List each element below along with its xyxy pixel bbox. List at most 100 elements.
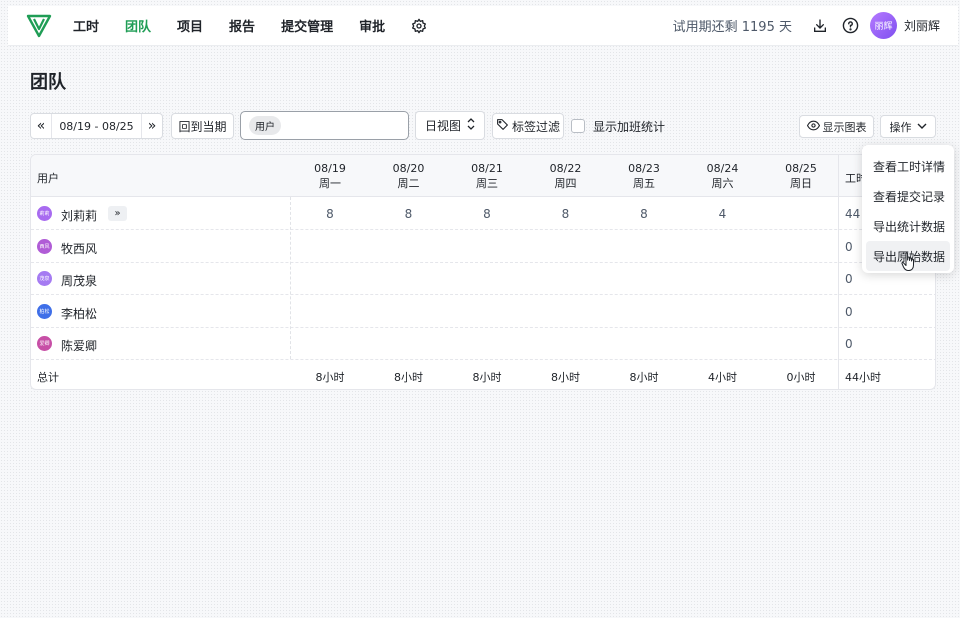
member-name[interactable]: 李柏松 bbox=[61, 305, 97, 322]
member-name[interactable]: 陈爱卿 bbox=[61, 337, 97, 354]
day-column-header: 08/20 周二 bbox=[370, 161, 448, 191]
day-date: 08/23 bbox=[628, 162, 660, 175]
member-total-hours: 0 bbox=[845, 272, 853, 286]
dropdown-item-2[interactable]: 导出统计数据 bbox=[866, 211, 950, 241]
day-date: 08/19 bbox=[314, 162, 346, 175]
date-range-text[interactable]: 08/19 - 08/25 bbox=[51, 114, 142, 138]
team-hours-table: 用户 工时 08/19 周一 08/20 周二 08/21 周三 08/22 周四 08/23 周… bbox=[30, 154, 936, 390]
operations-label: 操作 bbox=[889, 120, 912, 134]
overtime-checkbox[interactable] bbox=[571, 119, 585, 133]
member-total-hours: 0 bbox=[845, 337, 853, 351]
day-total-cell: 8小时 bbox=[551, 371, 580, 384]
tag-filter-label: 标签过滤 bbox=[511, 119, 560, 134]
dropdown-item-1[interactable]: 查看提交记录 bbox=[866, 181, 950, 211]
page-title: 团队 bbox=[30, 72, 66, 93]
day-date: 08/20 bbox=[392, 162, 425, 175]
dropdown-item-0[interactable]: 查看工时详情 bbox=[866, 151, 950, 181]
double-chevron-left-icon[interactable]: « bbox=[31, 114, 51, 138]
column-divider bbox=[290, 197, 291, 359]
show-chart-label: 显示图表 bbox=[822, 120, 867, 134]
table-footer: 总计 44小时 8小时 8小时 8小时 8小时 8小时 4小时 0小时 bbox=[31, 359, 935, 389]
day-weekday: 周五 bbox=[633, 177, 655, 190]
table-row[interactable]: 西风 牧西风 0 bbox=[31, 230, 935, 263]
member-name[interactable]: 牧西风 bbox=[61, 240, 97, 257]
view-mode-select[interactable]: 日视图 bbox=[415, 111, 485, 140]
table-row[interactable]: 茂泉 周茂泉 0 bbox=[31, 262, 935, 295]
top-navbar: 工时 团队 项目 报告 提交管理 审批 试用期还剩 1195 天 丽辉 刘丽辉 bbox=[8, 6, 958, 46]
chevron-down-icon bbox=[917, 120, 927, 133]
eye-icon bbox=[806, 119, 820, 135]
day-total-cell: 0小时 bbox=[786, 371, 816, 384]
day-column-header: 08/21 周三 bbox=[448, 161, 526, 191]
day-weekday: 周六 bbox=[711, 177, 734, 190]
member-name[interactable]: 刘莉莉 bbox=[61, 207, 97, 224]
menu-item-5[interactable]: 审批 bbox=[359, 16, 385, 35]
hand-cursor-icon bbox=[901, 252, 914, 271]
hours-cell[interactable]: 8 bbox=[605, 207, 683, 221]
day-date: 08/21 bbox=[471, 162, 503, 175]
table-row[interactable]: 莉莉 刘莉莉» 8 8 8 8 8 4 44 bbox=[31, 197, 935, 230]
operations-button[interactable]: 操作 bbox=[880, 115, 936, 138]
view-mode-label: 日视图 bbox=[425, 119, 462, 133]
menu-item-0[interactable]: 工时 bbox=[73, 16, 99, 35]
show-chart-button[interactable]: 显示图表 bbox=[799, 115, 874, 138]
help-icon[interactable] bbox=[842, 17, 860, 35]
expand-row-button[interactable]: » bbox=[108, 206, 127, 221]
user-avatar[interactable]: 丽辉 bbox=[869, 12, 897, 39]
day-date: 08/24 bbox=[706, 162, 739, 175]
tag-filter-button[interactable]: 标签过滤 bbox=[492, 113, 564, 139]
member-avatar: 柏松 bbox=[37, 303, 52, 319]
day-column-header: 08/23 周五 bbox=[605, 161, 683, 191]
user-filter-chip[interactable]: 用户 bbox=[249, 116, 281, 135]
day-column-header: 08/24 周六 bbox=[684, 161, 762, 191]
member-avatar: 莉莉 bbox=[37, 206, 52, 221]
hours-cell[interactable]: 4 bbox=[684, 207, 762, 221]
member-total-hours: 44 bbox=[845, 207, 861, 221]
day-weekday: 周一 bbox=[319, 177, 341, 190]
gear-icon[interactable] bbox=[411, 17, 427, 35]
overtime-toggle[interactable]: 显示加班统计 bbox=[571, 113, 665, 139]
user-column-header: 用户 bbox=[37, 172, 59, 185]
hours-cell[interactable]: 8 bbox=[527, 207, 605, 221]
day-weekday: 周日 bbox=[790, 177, 812, 190]
table-row[interactable]: 柏松 李柏松 0 bbox=[31, 295, 935, 328]
member-name[interactable]: 周茂泉 bbox=[61, 272, 97, 289]
day-total-cell: 8小时 bbox=[629, 371, 659, 384]
table-row[interactable]: 爱卿 陈爱卿 0 bbox=[31, 327, 935, 360]
member-avatar: 茂泉 bbox=[37, 271, 52, 286]
footer-total-label: 总计 bbox=[37, 371, 59, 384]
menu-item-4[interactable]: 提交管理 bbox=[281, 16, 333, 35]
current-period-button[interactable]: 回到当期 bbox=[171, 113, 234, 139]
trial-remaining-text: 试用期还剩 1195 天 bbox=[672, 20, 792, 35]
hours-cell[interactable]: 8 bbox=[370, 207, 448, 221]
menu-item-2[interactable]: 项目 bbox=[177, 16, 203, 35]
member-total-hours: 0 bbox=[845, 239, 853, 254]
day-column-header: 08/25 周日 bbox=[762, 161, 840, 191]
menu-item-1[interactable]: 团队 bbox=[125, 16, 151, 35]
day-total-cell: 4小时 bbox=[708, 371, 737, 384]
day-date: 08/25 bbox=[785, 162, 817, 175]
hours-cell[interactable]: 8 bbox=[448, 207, 526, 221]
tag-icon bbox=[496, 118, 509, 134]
app-logo-icon[interactable] bbox=[26, 13, 52, 39]
hours-cell[interactable]: 8 bbox=[291, 207, 369, 221]
day-total-cell: 8小时 bbox=[394, 371, 423, 384]
user-filter-input[interactable]: 用户 bbox=[240, 111, 409, 140]
column-divider bbox=[838, 155, 839, 389]
day-column-header: 08/19 周一 bbox=[291, 161, 369, 191]
day-total-cell: 8小时 bbox=[472, 371, 502, 384]
double-chevron-right-icon[interactable]: » bbox=[142, 114, 162, 138]
toolbar: « 08/19 - 08/25 » 回到当期 用户 日视图 标签过滤 显示加班统… bbox=[30, 111, 936, 140]
menu-item-3[interactable]: 报告 bbox=[229, 16, 255, 35]
chevron-up-down-icon bbox=[467, 118, 475, 133]
day-weekday: 周四 bbox=[554, 177, 577, 190]
overtime-label: 显示加班统计 bbox=[593, 119, 666, 134]
member-total-hours: 0 bbox=[845, 304, 853, 319]
user-name[interactable]: 刘丽辉 bbox=[904, 17, 940, 34]
day-total-cell: 8小时 bbox=[315, 371, 345, 384]
member-avatar: 西风 bbox=[37, 238, 52, 254]
day-weekday: 周二 bbox=[397, 177, 420, 190]
day-weekday: 周三 bbox=[476, 177, 498, 190]
download-icon[interactable] bbox=[812, 17, 830, 35]
day-column-header: 08/22 周四 bbox=[527, 161, 605, 191]
